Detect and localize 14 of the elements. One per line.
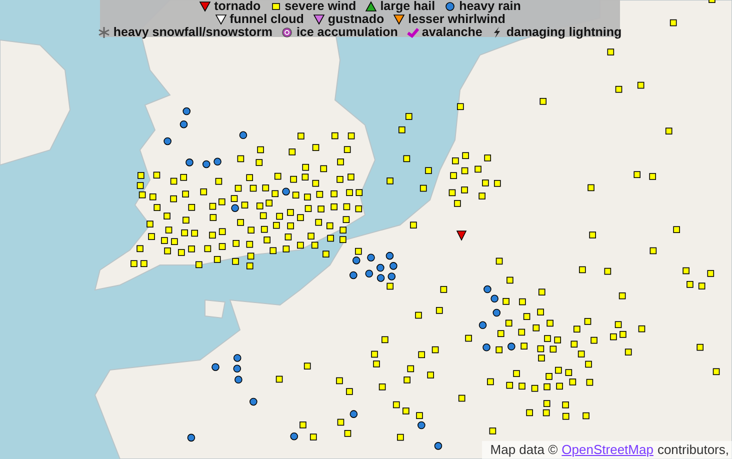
attribution-text: contributors, xyxy=(657,442,729,457)
legend-label: heavy rain xyxy=(459,0,521,13)
legend-label: funnel cloud xyxy=(230,13,304,26)
legend-label: tornado xyxy=(214,0,261,13)
legend-label: heavy snowfall/snowstorm xyxy=(113,26,272,39)
legend-label: gustnado xyxy=(328,13,384,26)
attribution-link[interactable]: OpenStreetMap xyxy=(562,442,654,457)
legend-label: ice accumulation xyxy=(296,26,398,39)
legend-label: damaging lightning xyxy=(506,26,622,39)
legend-label: large hail xyxy=(380,0,436,13)
legend-label: lesser whirlwind xyxy=(408,13,506,26)
legend-label: avalanche xyxy=(422,26,482,39)
legend-label: severe wind xyxy=(284,0,356,13)
attribution-text: Map data © xyxy=(490,442,558,457)
